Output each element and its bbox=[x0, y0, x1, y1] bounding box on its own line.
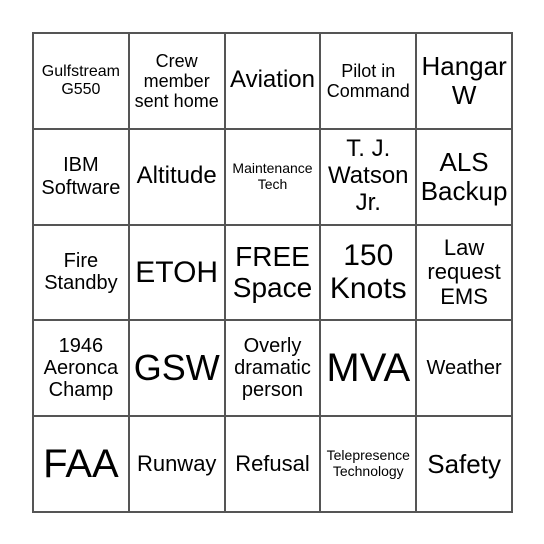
bingo-cell[interactable]: IBM Software bbox=[33, 128, 129, 225]
bingo-cell[interactable]: ETOH bbox=[128, 224, 225, 321]
free-space-cell[interactable]: FREE Space bbox=[224, 224, 321, 321]
bingo-cell[interactable]: Crew member sent home bbox=[128, 33, 225, 129]
bingo-cell[interactable]: ALS Backup bbox=[416, 128, 512, 225]
bingo-cell[interactable]: Runway bbox=[128, 416, 225, 512]
bingo-cell[interactable]: Altitude bbox=[128, 128, 225, 225]
bingo-board: Gulfstream G550 Crew member sent home Av… bbox=[32, 32, 513, 513]
bingo-cell[interactable]: Pilot in Command bbox=[320, 33, 417, 129]
bingo-cell[interactable]: Safety bbox=[416, 416, 512, 512]
bingo-cell[interactable]: Law request EMS bbox=[416, 224, 512, 321]
bingo-cell[interactable]: Hangar W bbox=[416, 33, 512, 129]
bingo-cell[interactable]: MVA bbox=[320, 320, 417, 417]
bingo-cell[interactable]: Weather bbox=[416, 320, 512, 417]
bingo-cell[interactable]: Maintenance Tech bbox=[224, 128, 321, 225]
bingo-cell[interactable]: Overly dramatic person bbox=[224, 320, 321, 417]
bingo-cell[interactable]: 1946 Aeronca Champ bbox=[33, 320, 129, 417]
bingo-cell[interactable]: Fire Standby bbox=[33, 224, 129, 321]
bingo-cell[interactable]: FAA bbox=[33, 416, 129, 512]
bingo-cell[interactable]: Telepresence Technology bbox=[320, 416, 417, 512]
bingo-cell[interactable]: GSW bbox=[128, 320, 225, 417]
bingo-cell[interactable]: Gulfstream G550 bbox=[33, 33, 129, 129]
bingo-cell[interactable]: Refusal bbox=[224, 416, 321, 512]
bingo-cell[interactable]: Aviation bbox=[224, 33, 321, 129]
bingo-cell[interactable]: T. J. Watson Jr. bbox=[320, 128, 417, 225]
bingo-cell[interactable]: 150 Knots bbox=[320, 224, 417, 321]
